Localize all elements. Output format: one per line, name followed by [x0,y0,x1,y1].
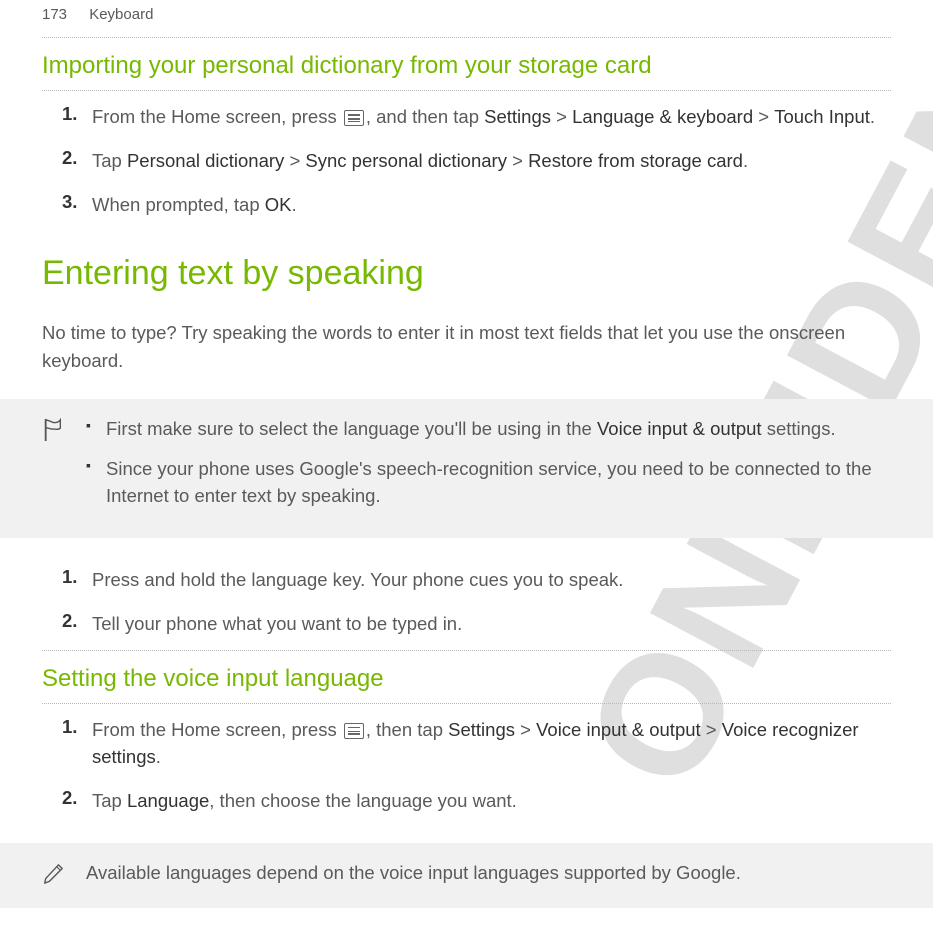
list-item: 2. Tap Language, then choose the languag… [42,779,891,823]
speaking-steps: 1. Press and hold the language key. Your… [0,554,933,650]
note-bullet: First make sure to select the language y… [86,415,891,443]
page-header: 173 Keyboard [0,0,933,37]
list-item: 2. Tell your phone what you want to be t… [42,602,891,646]
section-title-importing: Importing your personal dictionary from … [0,38,933,90]
intro-paragraph: No time to type? Try speaking the words … [0,311,933,383]
step-text: Tap Personal dictionary > Sync personal … [92,147,891,175]
step-text: When prompted, tap OK. [92,191,891,219]
pencil-icon [42,859,78,892]
flag-icon [42,415,78,448]
note-text: Available languages depend on the voice … [78,859,891,887]
menu-icon [344,723,364,739]
list-item: 1. Press and hold the language key. Your… [42,558,891,602]
step-number: 2. [42,787,92,809]
importing-steps: 1. From the Home screen, press , and the… [0,91,933,230]
list-item: 2. Tap Personal dictionary > Sync person… [42,139,891,183]
list-item: 1. From the Home screen, press , then ta… [42,708,891,780]
step-text: Press and hold the language key. Your ph… [92,566,891,594]
step-number: 3. [42,191,92,213]
note-body: Available languages depend on the voice … [78,859,891,887]
section-name: Keyboard [89,6,153,23]
step-text: From the Home screen, press , then tap S… [92,716,891,772]
note-body: First make sure to select the language y… [78,415,891,522]
step-number: 2. [42,610,92,632]
section-title-voice-language: Setting the voice input language [0,651,933,703]
step-number: 1. [42,716,92,738]
note-bullet: Since your phone uses Google's speech-re… [86,455,891,511]
note-prerequisites: First make sure to select the language y… [0,399,933,538]
step-text: From the Home screen, press , and then t… [92,103,891,131]
step-text: Tell your phone what you want to be type… [92,610,891,638]
step-number: 1. [42,103,92,125]
voice-language-steps: 1. From the Home screen, press , then ta… [0,704,933,827]
page-number: 173 [42,6,67,23]
menu-icon [344,110,364,126]
list-item: 3. When prompted, tap OK. [42,183,891,227]
step-text: Tap Language, then choose the language y… [92,787,891,815]
step-number: 1. [42,566,92,588]
list-item: 1. From the Home screen, press , and the… [42,95,891,139]
heading-entering-text: Entering text by speaking [0,230,933,311]
note-available-languages: Available languages depend on the voice … [0,843,933,908]
step-number: 2. [42,147,92,169]
